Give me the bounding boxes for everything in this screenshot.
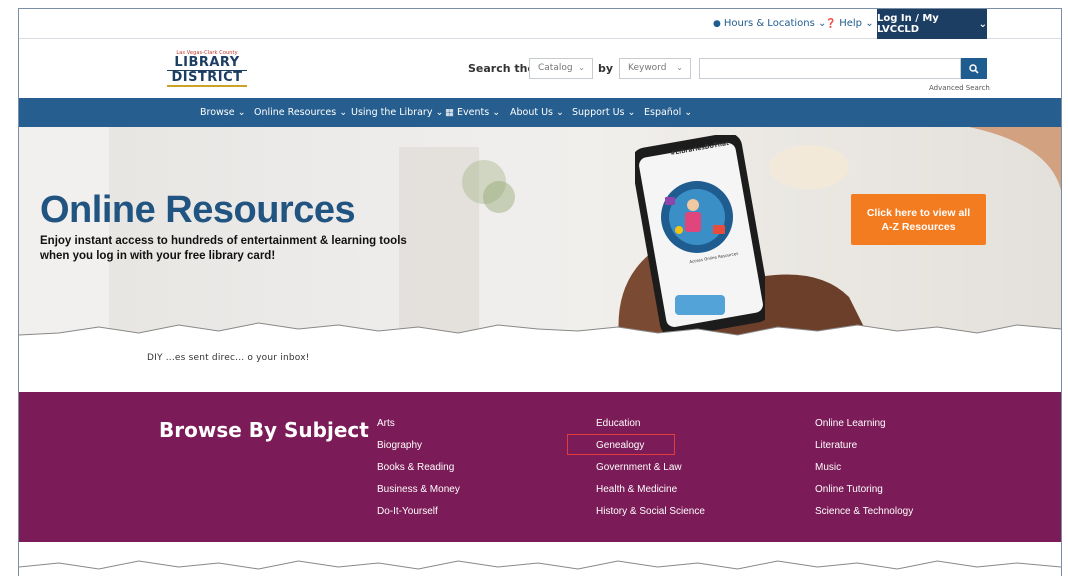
nav-espanol[interactable]: Español ⌄ (644, 107, 692, 118)
subject-link-books-reading[interactable]: Books & Reading (377, 462, 454, 473)
hero-subtitle-line2: when you log in with your free library c… (40, 250, 276, 262)
nav-using-library-label: Using the Library (351, 107, 433, 118)
nav-online-resources-label: Online Resources (254, 107, 337, 118)
map-pin-icon: ● (713, 19, 721, 29)
nav-browse[interactable]: Browse ⌄ (200, 107, 246, 118)
nav-about-us-label: About Us (510, 107, 554, 118)
az-button-line1: Click here to view all (866, 207, 971, 219)
chevron-down-icon: ⌄ (676, 63, 683, 72)
browse-title: Browse By Subject (159, 418, 369, 442)
keyword-select[interactable]: Keyword ⌄ (619, 58, 691, 79)
logo-district-text: DISTRICT (167, 70, 247, 87)
site-header: Las Vegas-Clark County LIBRARY DISTRICT … (19, 40, 1061, 98)
torn-edge-divider (19, 322, 1061, 349)
main-nav: Browse ⌄ Online Resources ⌄ Using the Li… (19, 98, 1061, 127)
keyword-select-value: Keyword (628, 63, 667, 73)
page-title: Online Resources (40, 189, 356, 231)
subject-link-biography[interactable]: Biography (377, 440, 422, 451)
help-label: Help (839, 18, 863, 29)
catalog-select-value: Catalog (538, 63, 573, 73)
phone-illustration (635, 135, 765, 335)
catalog-select[interactable]: Catalog ⌄ (529, 58, 593, 79)
subject-link-health-medicine[interactable]: Health & Medicine (596, 484, 677, 495)
nav-support-us-label: Support Us (572, 107, 625, 118)
library-logo[interactable]: Las Vegas-Clark County LIBRARY DISTRICT (167, 50, 247, 87)
subject-link-arts[interactable]: Arts (377, 418, 395, 429)
chevron-down-icon: ⌄ (578, 63, 585, 72)
login-button[interactable]: Log In / My LVCCLD ⌄ (877, 9, 987, 39)
browser-frame: ● Hours & Locations ⌄ ❓ Help ⌄ Log In / My… (18, 8, 1062, 576)
chevron-down-icon: ⌄ (978, 18, 987, 30)
browse-by-subject-section: Browse By Subject Arts Biography Books &… (19, 392, 1061, 542)
chevron-down-icon: ⌄ (862, 18, 874, 29)
hours-locations-link[interactable]: ● Hours & Locations ⌄ (713, 18, 826, 29)
subject-link-online-tutoring[interactable]: Online Tutoring (815, 484, 883, 495)
search-label: Search the (468, 62, 535, 75)
subject-link-literature[interactable]: Literature (815, 440, 857, 451)
genealogy-highlight-box (567, 434, 675, 455)
subject-link-history-social-science[interactable]: History & Social Science (596, 506, 705, 517)
hero-subtitle-line1: Enjoy instant access to hundreds of ente… (40, 235, 407, 247)
subject-link-diy[interactable]: Do-It-Yourself (377, 506, 438, 517)
subject-link-online-learning[interactable]: Online Learning (815, 418, 886, 429)
subject-link-business-money[interactable]: Business & Money (377, 484, 460, 495)
hours-label: Hours & Locations (723, 18, 815, 29)
calendar-icon: ▦ (445, 107, 457, 118)
search-button[interactable] (961, 58, 987, 79)
subject-link-science-technology[interactable]: Science & Technology (815, 506, 913, 517)
question-icon: ❓ (825, 19, 837, 29)
login-label: Log In / My LVCCLD (877, 13, 939, 35)
nav-events-label: Events (457, 107, 490, 118)
utility-bar: ● Hours & Locations ⌄ ❓ Help ⌄ Log In / My… (19, 9, 1061, 39)
nav-support-us[interactable]: Support Us ⌄ (572, 107, 635, 118)
hero-banner: #LibrariesDoThat Access Online Resources… (19, 127, 1061, 337)
az-resources-button[interactable]: Click here to view all A-Z Resources (851, 194, 986, 245)
torn-edge-bottom (19, 560, 1061, 576)
advanced-search-link[interactable]: Advanced Search (929, 84, 990, 92)
nav-using-library[interactable]: Using the Library ⌄ (351, 107, 443, 118)
subject-link-music[interactable]: Music (815, 462, 841, 473)
az-button-line2: A-Z Resources (881, 221, 956, 233)
by-label: by (598, 62, 614, 75)
nav-espanol-label: Español (644, 107, 682, 118)
subject-link-government-law[interactable]: Government & Law (596, 462, 682, 473)
help-link[interactable]: ❓ Help ⌄ (825, 18, 874, 29)
nav-browse-label: Browse (200, 107, 235, 118)
search-icon (969, 63, 979, 74)
logo-library-text: LIBRARY (174, 55, 240, 70)
partial-text: DIY ...es sent direc... o your inbox! (147, 353, 310, 363)
subject-link-education[interactable]: Education (596, 418, 640, 429)
search-input[interactable] (699, 58, 961, 79)
nav-about-us[interactable]: About Us ⌄ (510, 107, 564, 118)
nav-online-resources[interactable]: Online Resources ⌄ (254, 107, 347, 118)
nav-events[interactable]: ▦ Events ⌄ (445, 107, 500, 118)
